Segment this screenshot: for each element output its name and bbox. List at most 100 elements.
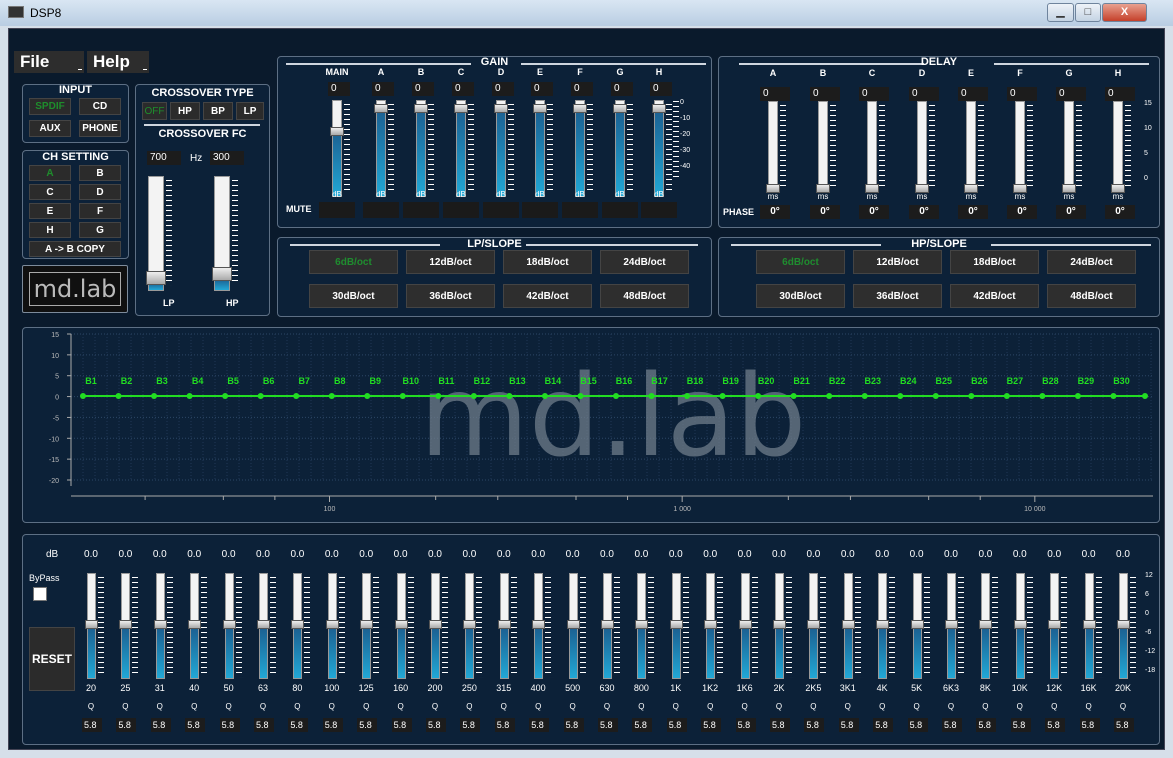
eq-band-6k3-slider[interactable] xyxy=(945,573,958,679)
eq-band-400-slider-knob[interactable] xyxy=(532,620,546,629)
lp-slope-36db-oct-button[interactable]: 36dB/oct xyxy=(406,284,495,308)
gain-c-slider[interactable] xyxy=(454,100,468,197)
eq-band-8k-q-field[interactable]: 5.8 xyxy=(976,718,997,732)
eq-band-800-slider[interactable] xyxy=(635,573,649,679)
eq-band-125-slider[interactable] xyxy=(360,573,374,679)
hp-slope-30db-oct-button[interactable]: 30dB/oct xyxy=(756,284,845,308)
minimize-button[interactable]: ▁ xyxy=(1047,3,1074,22)
eq-band-250-slider-knob[interactable] xyxy=(463,620,477,629)
hp-slope-6db-oct-button[interactable]: 6dB/oct xyxy=(756,250,845,274)
eq-band-40-q-field[interactable]: 5.8 xyxy=(185,718,206,732)
eq-band-20k-slider[interactable] xyxy=(1117,573,1130,679)
eq-band-200-q-field[interactable]: 5.8 xyxy=(426,718,446,732)
gain-c-mute-button[interactable] xyxy=(443,202,479,218)
hp-slider-knob[interactable] xyxy=(212,267,232,281)
gain-e-mute-button[interactable] xyxy=(522,202,558,218)
hp-slope-12db-oct-button[interactable]: 12dB/oct xyxy=(853,250,942,274)
eq-band-4k-slider[interactable] xyxy=(876,573,890,679)
gain-e-slider-knob[interactable] xyxy=(533,104,547,113)
eq-band-1k-q-field[interactable]: 5.8 xyxy=(666,718,687,732)
eq-band-1k6-slider[interactable] xyxy=(738,573,752,679)
eq-band-160-slider-knob[interactable] xyxy=(394,620,408,629)
eq-band-25-slider[interactable] xyxy=(119,573,133,679)
eq-band-12k-q-field[interactable]: 5.8 xyxy=(1045,718,1066,732)
eq-band-630-q-field[interactable]: 5.8 xyxy=(598,718,618,732)
eq-band-5k-slider-knob[interactable] xyxy=(910,620,924,629)
eq-band-16k-slider[interactable] xyxy=(1082,573,1096,679)
ch-g-button[interactable]: G xyxy=(79,222,121,238)
eq-band-500-slider-knob[interactable] xyxy=(566,620,580,629)
lp-slope-6db-oct-button[interactable]: 6dB/oct xyxy=(309,250,398,274)
input-phone-button[interactable]: PHONE xyxy=(79,120,121,137)
delay-h-slider[interactable] xyxy=(1111,101,1125,193)
gain-b-mute-button[interactable] xyxy=(403,202,439,218)
eq-band-31-slider[interactable] xyxy=(153,573,167,679)
copy-a-to-b-button[interactable]: A -> B COPY xyxy=(29,241,121,257)
lp-slope-12db-oct-button[interactable]: 12dB/oct xyxy=(406,250,495,274)
ch-b-button[interactable]: B xyxy=(79,165,121,181)
eq-band-6k3-slider-knob[interactable] xyxy=(945,620,958,629)
eq-band-125-slider-knob[interactable] xyxy=(360,620,374,629)
eq-band-50-slider-knob[interactable] xyxy=(222,620,236,629)
eq-band-4k-slider-knob[interactable] xyxy=(876,620,890,629)
eq-band-50-slider[interactable] xyxy=(222,573,236,679)
delay-b-slider[interactable] xyxy=(816,101,830,193)
eq-band-3k1-slider[interactable] xyxy=(841,573,855,679)
gain-d-slider[interactable] xyxy=(494,100,508,197)
eq-band-160-q-field[interactable]: 5.8 xyxy=(391,718,412,732)
lp-slope-48db-oct-button[interactable]: 48dB/oct xyxy=(600,284,689,308)
eq-band-1k-slider[interactable] xyxy=(669,573,683,679)
eq-band-250-slider[interactable] xyxy=(463,573,477,679)
delay-h-phase-field[interactable]: 0° xyxy=(1105,205,1135,219)
eq-band-500-slider[interactable] xyxy=(566,573,580,679)
eq-band-5k-q-field[interactable]: 5.8 xyxy=(907,718,928,732)
gain-h-value-field[interactable]: 0 xyxy=(650,82,672,96)
menu-file[interactable]: File xyxy=(14,51,84,73)
lp-slope-30db-oct-button[interactable]: 30dB/oct xyxy=(309,284,398,308)
delay-g-slider[interactable] xyxy=(1062,101,1076,193)
eq-band-1k2-q-field[interactable]: 5.8 xyxy=(701,718,722,732)
gain-a-slider-knob[interactable] xyxy=(374,104,388,113)
eq-band-40-slider-knob[interactable] xyxy=(188,620,202,629)
gain-h-mute-button[interactable] xyxy=(641,202,677,218)
eq-band-2k-q-field[interactable]: 5.8 xyxy=(770,718,790,732)
eq-band-3k1-q-field[interactable]: 5.8 xyxy=(838,718,859,732)
gain-b-slider-knob[interactable] xyxy=(414,104,428,113)
eq-band-80-slider[interactable] xyxy=(291,573,305,679)
delay-c-slider[interactable] xyxy=(865,101,879,193)
eq-band-10k-slider[interactable] xyxy=(1013,573,1027,679)
ch-f-button[interactable]: F xyxy=(79,203,121,219)
lp-slope-18db-oct-button[interactable]: 18dB/oct xyxy=(503,250,592,274)
delay-d-phase-field[interactable]: 0° xyxy=(909,205,939,219)
eq-band-250-q-field[interactable]: 5.8 xyxy=(460,718,481,732)
gain-a-slider[interactable] xyxy=(374,100,388,197)
gain-h-slider-knob[interactable] xyxy=(652,104,666,113)
delay-d-value-field[interactable]: 0 xyxy=(909,87,939,101)
eq-band-500-q-field[interactable]: 5.8 xyxy=(563,718,584,732)
eq-band-6k3-q-field[interactable]: 5.8 xyxy=(942,718,962,732)
gain-h-slider[interactable] xyxy=(652,100,666,197)
eq-band-2k5-slider[interactable] xyxy=(807,573,821,679)
delay-a-phase-field[interactable]: 0° xyxy=(760,205,790,219)
gain-a-value-field[interactable]: 0 xyxy=(372,82,394,96)
gain-b-slider[interactable] xyxy=(414,100,428,197)
delay-b-value-field[interactable]: 0 xyxy=(810,87,840,101)
lp-slope-24db-oct-button[interactable]: 24dB/oct xyxy=(600,250,689,274)
eq-band-100-slider[interactable] xyxy=(325,573,339,679)
lp-slope-42db-oct-button[interactable]: 42dB/oct xyxy=(503,284,592,308)
delay-f-slider[interactable] xyxy=(1013,101,1027,193)
gain-f-slider[interactable] xyxy=(573,100,587,197)
eq-band-10k-q-field[interactable]: 5.8 xyxy=(1010,718,1031,732)
gain-c-slider-knob[interactable] xyxy=(454,104,468,113)
eq-band-2k-slider-knob[interactable] xyxy=(773,620,786,629)
crossover-hp-button[interactable]: HP xyxy=(170,102,200,120)
hp-slope-24db-oct-button[interactable]: 24dB/oct xyxy=(1047,250,1136,274)
eq-band-160-slider[interactable] xyxy=(394,573,408,679)
ch-a-button[interactable]: A xyxy=(29,165,71,181)
delay-a-value-field[interactable]: 0 xyxy=(760,87,790,101)
delay-e-slider[interactable] xyxy=(964,101,978,193)
eq-band-31-q-field[interactable]: 5.8 xyxy=(150,718,171,732)
crossover-bp-button[interactable]: BP xyxy=(203,102,233,120)
eq-band-25-slider-knob[interactable] xyxy=(119,620,133,629)
eq-band-16k-q-field[interactable]: 5.8 xyxy=(1079,718,1100,732)
